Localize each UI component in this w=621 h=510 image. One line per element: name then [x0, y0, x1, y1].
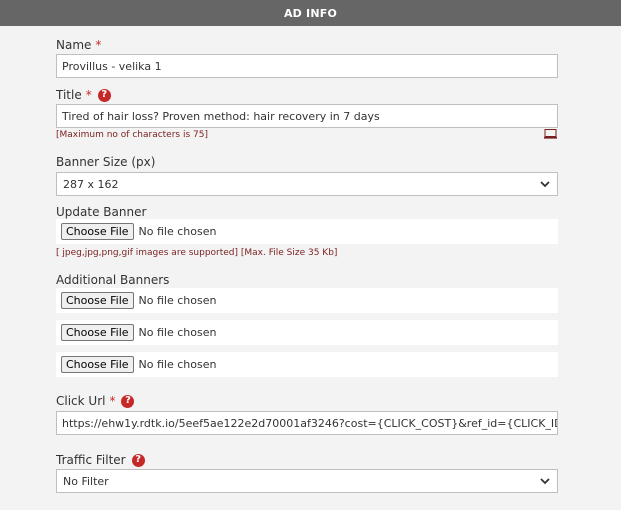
update-banner-file-input[interactable]: Choose File No file chosen — [56, 219, 558, 244]
section-title: AD INFO — [283, 6, 338, 20]
file-support-note: [ jpeg,jpg,png,gif images are supported]… — [56, 248, 338, 258]
name-label: Name * — [56, 38, 102, 52]
choose-file-button[interactable]: Choose File — [61, 223, 134, 240]
file-status: No file chosen — [138, 294, 217, 307]
file-status: No file chosen — [138, 225, 217, 238]
title-label: Title * ? — [56, 88, 111, 102]
required-marker: * — [85, 88, 92, 102]
additional-banner-file-input[interactable]: Choose File No file chosen — [56, 288, 558, 313]
required-marker: * — [109, 394, 116, 408]
choose-file-button[interactable]: Choose File — [61, 292, 134, 309]
question-circle-icon[interactable]: ? — [131, 453, 145, 467]
question-circle-icon[interactable]: ? — [97, 88, 111, 102]
additional-banners-label: Additional Banners — [56, 273, 170, 287]
traffic-filter-label: Traffic Filter ? — [56, 453, 145, 467]
question-circle-icon[interactable]: ? — [121, 394, 135, 408]
click-url-label: Click Url * ? — [56, 394, 135, 408]
section-header: AD INFO — [0, 0, 621, 26]
choose-file-button[interactable]: Choose File — [61, 324, 134, 341]
chevron-down-icon — [540, 478, 550, 485]
file-status: No file chosen — [138, 326, 217, 339]
file-status: No file chosen — [138, 358, 217, 371]
click-url-input[interactable]: https://ehw1y.rdtk.io/5eef5ae122e2d70001… — [56, 411, 558, 435]
chevron-down-icon — [540, 181, 550, 188]
choose-file-button[interactable]: Choose File — [61, 356, 134, 373]
required-marker: * — [95, 38, 102, 52]
traffic-filter-select[interactable]: No Filter — [56, 469, 558, 493]
banner-size-label: Banner Size (px) — [56, 155, 156, 169]
title-input[interactable]: Tired of hair loss? Proven method: hair … — [56, 104, 558, 128]
update-banner-label: Update Banner — [56, 205, 147, 219]
banner-size-select[interactable]: 287 x 162 — [56, 172, 558, 196]
additional-banner-file-input[interactable]: Choose File No file chosen — [56, 352, 558, 377]
title-char-limit-note: [Maximum no of characters is 75] — [56, 130, 208, 140]
keyboard-icon[interactable] — [544, 129, 557, 139]
name-input[interactable]: Provillus - velika 1 — [56, 54, 558, 78]
additional-banner-file-input[interactable]: Choose File No file chosen — [56, 320, 558, 345]
